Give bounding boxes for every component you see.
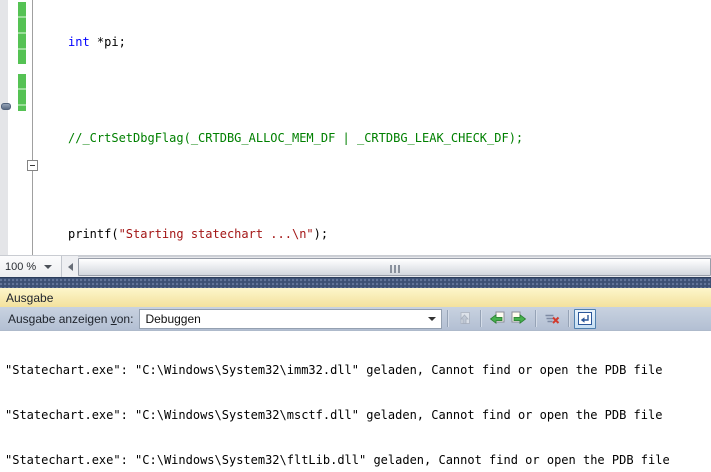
output-line[interactable]: "Statechart.exe": "C:\Windows\System32\f…: [5, 453, 711, 468]
output-source-value: Debuggen: [145, 312, 200, 326]
word-wrap-icon: [577, 311, 593, 327]
zoom-level-value: 100 %: [5, 261, 36, 273]
toolbar-separator: [480, 310, 481, 327]
toggle-word-wrap-button[interactable]: [574, 309, 596, 329]
next-message-button[interactable]: [508, 309, 530, 329]
editor-hscrollbar-row: 100 %: [0, 255, 711, 277]
toolbar-separator: [568, 310, 569, 327]
output-toolbar: Ausgabe anzeigen von: Debuggen: [0, 307, 711, 331]
output-line[interactable]: "Statechart.exe": "C:\Windows\System32\m…: [5, 408, 711, 423]
code-line: printf("Starting statechart ...\n");: [36, 226, 711, 242]
code-line: [36, 178, 711, 194]
output-window-title: Ausgabe: [6, 291, 53, 305]
hscroll-left-button[interactable]: [63, 256, 77, 278]
arrow-left-icon: [68, 263, 73, 271]
show-output-from-label: Ausgabe anzeigen von:: [8, 312, 133, 326]
change-tracking-bar: [18, 74, 26, 111]
toolbar-separator: [535, 310, 536, 327]
goto-source-icon: [456, 311, 472, 327]
hscroll-track[interactable]: [78, 256, 711, 278]
clear-all-button[interactable]: [541, 309, 563, 329]
bookmark-icon: [1, 103, 11, 110]
output-source-combobox[interactable]: Debuggen: [139, 309, 442, 329]
output-text-area[interactable]: "Statechart.exe": "C:\Windows\System32\i…: [0, 331, 711, 472]
code-line: int *pi;: [36, 34, 711, 50]
previous-message-button[interactable]: [486, 309, 508, 329]
chevron-down-icon: [44, 265, 52, 269]
combo-dropdown-button[interactable]: [425, 310, 439, 328]
output-window-title-bar[interactable]: Ausgabe: [0, 288, 711, 307]
clear-all-icon: [544, 311, 560, 327]
goto-source-button[interactable]: [453, 309, 475, 329]
outlining-guide-line: [32, 0, 33, 255]
code-line: [36, 82, 711, 98]
change-tracking-bar: [18, 2, 26, 64]
code-text[interactable]: int *pi; //_CrtSetDbgFlag(_CRTDBG_ALLOC_…: [36, 2, 711, 255]
previous-message-icon: [489, 311, 505, 327]
code-editor[interactable]: int *pi; //_CrtSetDbgFlag(_CRTDBG_ALLOC_…: [0, 0, 711, 255]
hscroll-thumb[interactable]: [78, 258, 711, 276]
toolbar-separator: [447, 310, 448, 327]
code-line: //_CrtSetDbgFlag(_CRTDBG_ALLOC_MEM_DF | …: [36, 130, 711, 146]
pane-splitter[interactable]: [0, 277, 711, 288]
vs-ide-window: int *pi; //_CrtSetDbgFlag(_CRTDBG_ALLOC_…: [0, 0, 711, 472]
editor-zoom-select[interactable]: 100 %: [0, 256, 62, 278]
grip-icon: [389, 258, 401, 277]
output-line[interactable]: "Statechart.exe": "C:\Windows\System32\i…: [5, 363, 711, 378]
chevron-down-icon: [428, 317, 436, 321]
next-message-icon: [511, 311, 527, 327]
indicator-margin: [0, 0, 8, 255]
